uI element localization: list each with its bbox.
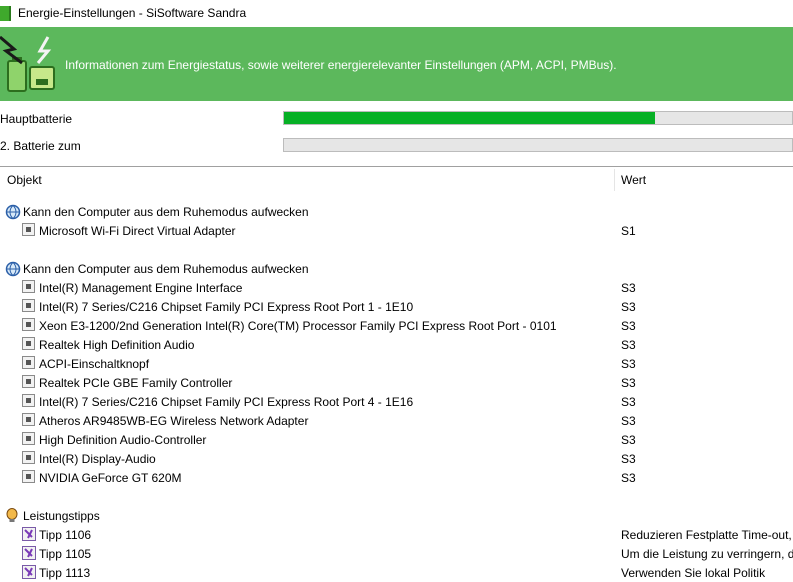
group-title: Kann den Computer aus dem Ruhemodus aufw… <box>23 262 309 276</box>
second-battery-label: 2. Batterie zum <box>0 139 81 153</box>
item-name: Intel(R) 7 Series/C216 Chipset Family PC… <box>39 395 414 409</box>
item-name: NVIDIA GeForce GT 620M <box>39 471 182 485</box>
list-item[interactable]: Tipp 1106 Reduzieren Festplatte Time-out, <box>0 525 793 544</box>
device-icon <box>22 356 35 369</box>
item-value: S3 <box>621 414 636 428</box>
column-header-value[interactable]: Wert <box>621 173 646 187</box>
list-item[interactable]: Microsoft Wi-Fi Direct Virtual Adapter S1 <box>0 221 793 240</box>
list-item[interactable]: Intel(R) Management Engine Interface S3 <box>0 278 793 297</box>
item-value: S3 <box>621 357 636 371</box>
list-item[interactable]: Realtek PCIe GBE Family Controller S3 <box>0 373 793 392</box>
banner-description: Informationen zum Energiestatus, sowie w… <box>65 58 617 72</box>
header-banner: Informationen zum Energiestatus, sowie w… <box>0 27 793 101</box>
list-item[interactable]: ACPI-Einschaltknopf S3 <box>0 354 793 373</box>
list-item[interactable]: Atheros AR9485WB-EG Wireless Network Ada… <box>0 411 793 430</box>
item-name: Intel(R) 7 Series/C216 Chipset Family PC… <box>39 300 414 314</box>
item-value: S3 <box>621 376 636 390</box>
tip-icon <box>22 565 36 582</box>
item-value: S3 <box>621 433 636 447</box>
list-item[interactable]: Intel(R) 7 Series/C216 Chipset Family PC… <box>0 297 793 316</box>
device-icon <box>22 337 35 350</box>
item-name: Intel(R) Display-Audio <box>39 452 156 466</box>
main-battery-row: Hauptbatterie <box>0 106 793 133</box>
list-item[interactable]: Intel(R) Display-Audio S3 <box>0 449 793 468</box>
item-name: High Definition Audio-Controller <box>39 433 207 447</box>
group-header[interactable]: Leistungstipps <box>0 506 793 525</box>
item-name: Tipp 1106 <box>39 528 92 542</box>
device-icon <box>22 413 35 426</box>
item-name: Tipp 1113 <box>39 566 91 580</box>
title-bar: Energie-Einstellungen - SiSoftware Sandr… <box>0 0 793 27</box>
column-header-object[interactable]: Objekt <box>7 173 42 187</box>
item-value: S3 <box>621 300 636 314</box>
group-title: Leistungstipps <box>23 509 100 523</box>
item-name: Realtek High Definition Audio <box>39 338 195 352</box>
item-name: Xeon E3-1200/2nd Generation Intel(R) Cor… <box>39 319 557 333</box>
app-icon <box>0 6 11 21</box>
window-title: Energie-Einstellungen - SiSoftware Sandr… <box>18 6 247 20</box>
battery-energy-icon <box>0 35 55 92</box>
item-value: S3 <box>621 281 636 295</box>
item-value: S3 <box>621 319 636 333</box>
column-separator[interactable] <box>614 169 615 191</box>
device-list: Kann den Computer aus dem Ruhemodus aufw… <box>0 202 793 582</box>
item-name: Microsoft Wi-Fi Direct Virtual Adapter <box>39 224 236 238</box>
item-value: S3 <box>621 452 636 466</box>
device-icon <box>22 223 35 236</box>
item-value: Um die Leistung zu verringern, d <box>621 547 793 561</box>
list-item[interactable]: Realtek High Definition Audio S3 <box>0 335 793 354</box>
item-name: Intel(R) Management Engine Interface <box>39 281 243 295</box>
device-icon <box>22 318 35 331</box>
group-header[interactable]: Kann den Computer aus dem Ruhemodus aufw… <box>0 202 793 221</box>
list-item[interactable]: Intel(R) 7 Series/C216 Chipset Family PC… <box>0 392 793 411</box>
item-value: Reduzieren Festplatte Time-out, <box>621 528 792 542</box>
tip-icon <box>22 527 36 544</box>
second-battery-row: 2. Batterie zum <box>0 133 793 160</box>
item-value: Verwenden Sie lokal Politik <box>621 566 766 580</box>
device-icon <box>22 451 35 464</box>
device-icon <box>22 470 35 483</box>
second-battery-progress <box>283 138 793 152</box>
device-icon <box>22 394 35 407</box>
column-header: Objekt Wert <box>0 167 793 193</box>
main-battery-label: Hauptbatterie <box>0 112 73 126</box>
device-icon <box>22 299 35 312</box>
list-item[interactable]: NVIDIA GeForce GT 620M S3 <box>0 468 793 487</box>
list-item[interactable]: High Definition Audio-Controller S3 <box>0 430 793 449</box>
group-title: Kann den Computer aus dem Ruhemodus aufw… <box>23 205 309 219</box>
tip-icon <box>22 546 36 563</box>
list-item[interactable]: Xeon E3-1200/2nd Generation Intel(R) Cor… <box>0 316 793 335</box>
device-icon <box>22 375 35 388</box>
main-battery-fill <box>284 112 655 124</box>
item-name: ACPI-Einschaltknopf <box>39 357 150 371</box>
item-name: Realtek PCIe GBE Family Controller <box>39 376 233 390</box>
main-battery-progress <box>283 111 793 125</box>
list-item[interactable]: Tipp 1105 Um die Leistung zu verringern, … <box>0 544 793 563</box>
item-value: S3 <box>621 395 636 409</box>
item-value: S1 <box>621 224 636 238</box>
device-icon <box>22 280 35 293</box>
item-value: S3 <box>621 471 636 485</box>
group-header[interactable]: Kann den Computer aus dem Ruhemodus aufw… <box>0 259 793 278</box>
device-icon <box>22 432 35 445</box>
item-value: S3 <box>621 338 636 352</box>
list-item[interactable]: Tipp 1113 Verwenden Sie lokal Politik <box>0 563 793 582</box>
item-name: Tipp 1105 <box>39 547 92 561</box>
item-name: Atheros AR9485WB-EG Wireless Network Ada… <box>39 414 309 428</box>
